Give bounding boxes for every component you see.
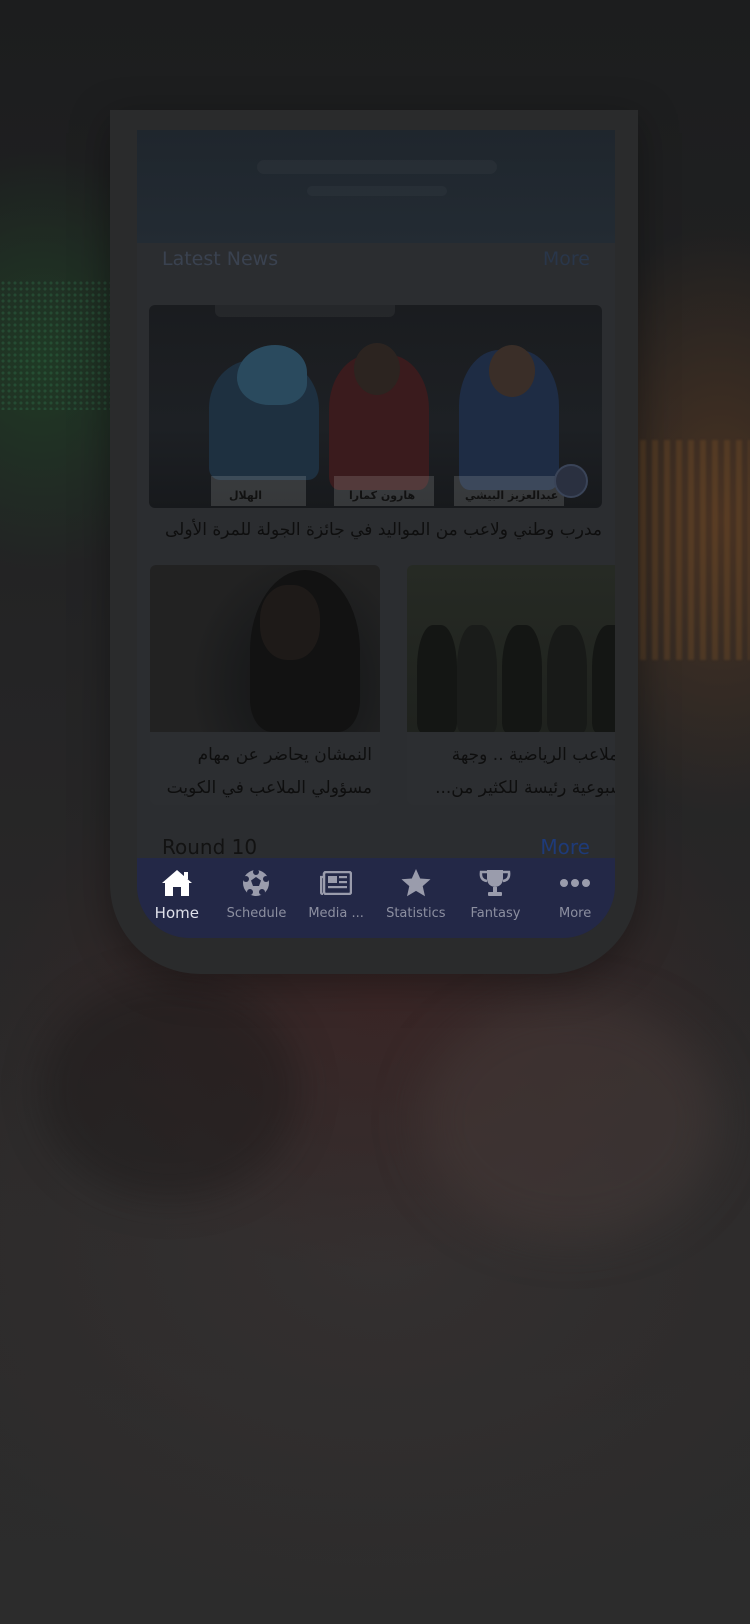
hero-name-tag: عبدالعزيز البيشي — [465, 489, 559, 502]
latest-news-title: Latest News — [162, 248, 279, 270]
hero-name-tag: الهلال — [229, 489, 263, 502]
background-scoreboard-glow — [0, 280, 110, 410]
tab-media[interactable]: Media ... — [297, 858, 375, 938]
ellipsis-icon — [558, 866, 592, 900]
tab-home[interactable]: Home — [138, 858, 216, 938]
newspaper-icon — [319, 866, 353, 900]
tab-label: Schedule — [226, 906, 287, 921]
round-title: Round 10 — [162, 835, 258, 859]
tab-more[interactable]: More — [536, 858, 614, 938]
top-banner — [137, 130, 615, 243]
hero-news-image[interactable]: الهلال هارون كمارا عبدالعزيز البيشي — [149, 305, 602, 508]
background-player-shadow — [40, 980, 300, 1200]
news-card-title-line: أسبوعية رئيسة للكثير من... — [435, 778, 615, 798]
background-stand-stripes — [640, 440, 750, 660]
latest-news-header: Latest News More — [137, 248, 615, 288]
home-icon — [160, 866, 194, 900]
tab-label: Fantasy — [470, 906, 521, 921]
news-card-title-line: الملاعب الرياضية .. وجهة — [451, 745, 615, 765]
news-card[interactable]: النمشان يحاضر عن مهام مسؤولي الملاعب في … — [150, 565, 380, 805]
tab-schedule[interactable]: Schedule — [217, 858, 295, 938]
tab-fantasy[interactable]: Fantasy — [456, 858, 534, 938]
hero-headline[interactable]: مدرب وطني ولاعب من المواليد في جائزة الج… — [149, 520, 602, 540]
news-card-title-line: النمشان يحاضر عن مهام — [197, 745, 372, 765]
round-more-link[interactable]: More — [540, 835, 590, 859]
bottom-tab-bar: Home Schedule Media ... Statistics Fanta… — [137, 858, 615, 938]
tab-label: Media ... — [308, 906, 364, 921]
tab-label: More — [558, 906, 592, 921]
tab-label: Statistics — [386, 906, 446, 921]
tab-statistics[interactable]: Statistics — [377, 858, 455, 938]
star-icon — [399, 866, 433, 900]
league-logo-icon — [554, 464, 588, 498]
background-player-shadow — [420, 1000, 720, 1240]
latest-news-more-link[interactable]: More — [543, 248, 590, 270]
news-card-image — [150, 565, 380, 732]
news-card-image — [407, 565, 615, 732]
app-preview-screen: Latest News More الهلال هارون كمارا عبدا… — [137, 130, 615, 938]
news-card-title-line: مسؤولي الملاعب في الكويت — [166, 778, 372, 798]
trophy-icon — [478, 866, 512, 900]
soccer-ball-icon — [239, 866, 273, 900]
hero-name-tag: هارون كمارا — [349, 489, 416, 502]
tab-label: Home — [154, 904, 199, 922]
news-card[interactable]: الملاعب الرياضية .. وجهة أسبوعية رئيسة ل… — [407, 565, 615, 805]
